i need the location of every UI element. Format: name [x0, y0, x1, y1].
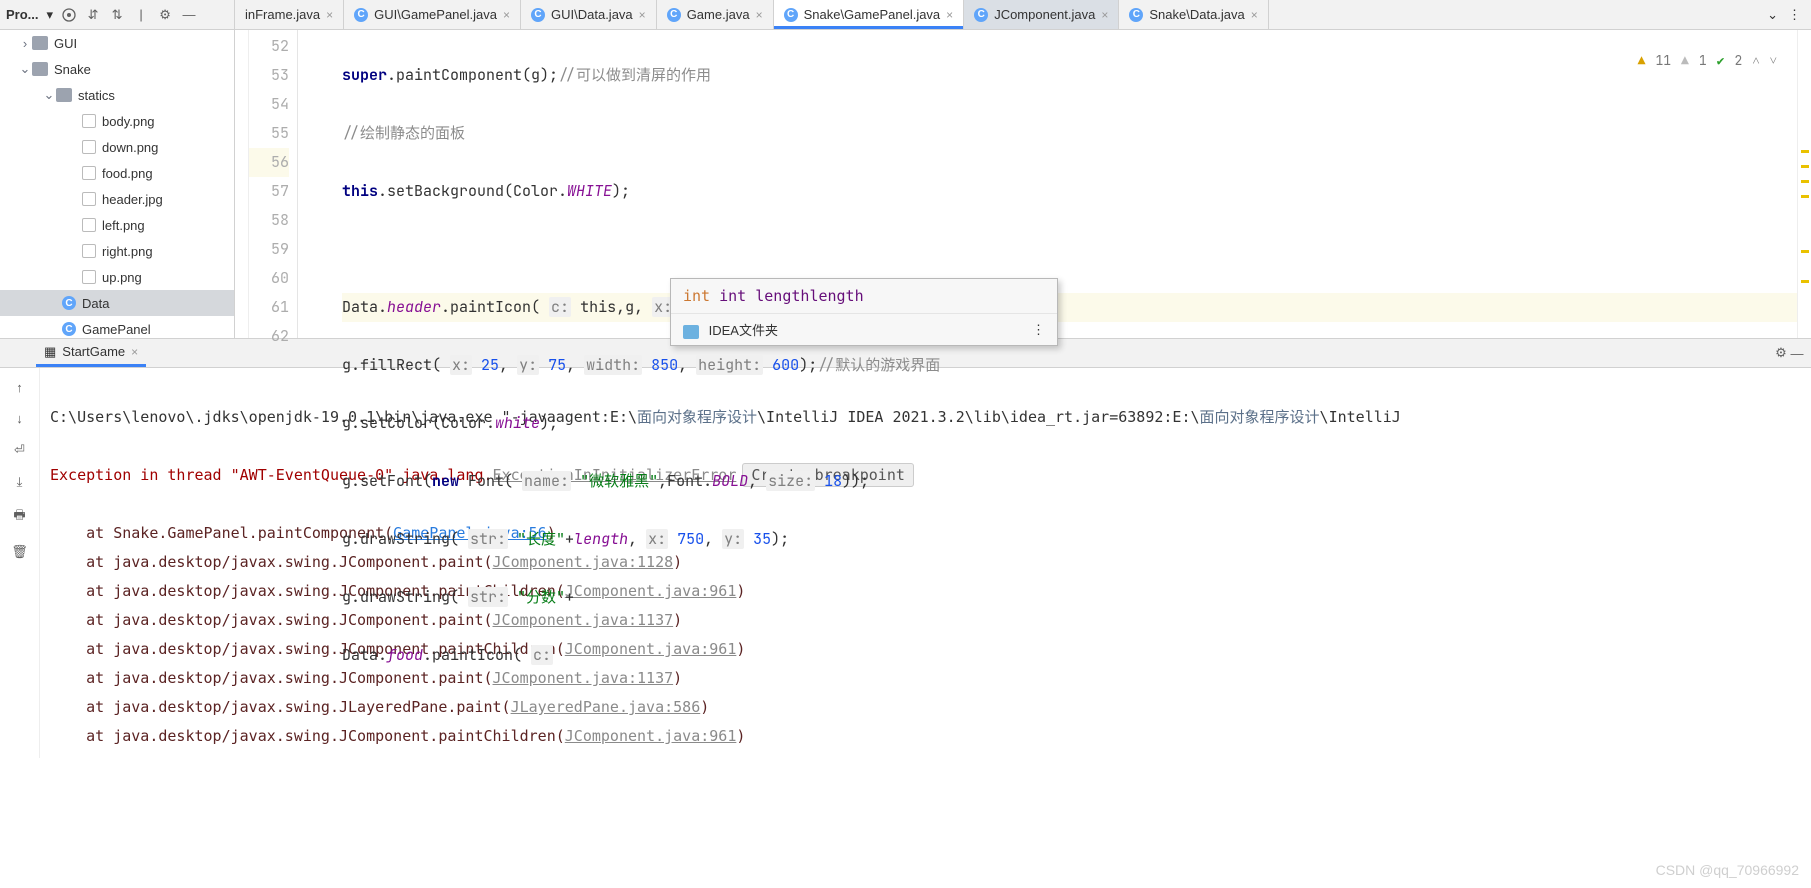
class-icon: C	[1129, 8, 1143, 22]
chevron-down-icon[interactable]: ⌄	[1767, 7, 1778, 23]
close-icon[interactable]: ×	[756, 8, 763, 22]
image-file-icon	[82, 270, 96, 284]
tree-folder-snake[interactable]: ⌄Snake	[0, 56, 234, 82]
run-side-toolbar: ↑ ↓ ⏎ ⤓ 🖶 🗑	[0, 368, 40, 758]
target-icon[interactable]	[61, 7, 77, 23]
project-label[interactable]: Pro...	[6, 7, 39, 22]
tab-jcomponent[interactable]: CJComponent.java×	[964, 0, 1119, 29]
close-icon[interactable]: ×	[1101, 8, 1108, 22]
tree-file[interactable]: right.png	[0, 238, 234, 264]
quick-doc-popup[interactable]: int int lengthlength IDEA文件夹 ⋮	[670, 278, 1058, 346]
left-gutter	[235, 30, 249, 338]
print-icon[interactable]: 🖶	[13, 506, 25, 528]
tab-game[interactable]: CGame.java×	[657, 0, 774, 29]
weak-warning-icon: ▲	[1681, 46, 1689, 75]
inspection-lens[interactable]: ▲11 ▲1 ✔2 ˄ ˅	[1638, 46, 1777, 75]
folder-icon	[32, 62, 48, 76]
divider-icon: |	[133, 7, 149, 23]
tab-inframe[interactable]: inFrame.java×	[235, 0, 344, 29]
run-config-icon: ▦	[44, 344, 56, 360]
class-icon: C	[62, 322, 76, 336]
chevron-down-icon[interactable]: ⌄	[18, 61, 32, 77]
close-icon[interactable]: ×	[1251, 8, 1258, 22]
tree-class-data[interactable]: CData	[0, 290, 234, 316]
clear-icon[interactable]: 🗑	[11, 544, 28, 560]
more-icon[interactable]: ⋮	[1788, 7, 1801, 23]
folder-icon	[56, 88, 72, 102]
tree-folder-gui[interactable]: ›GUI	[0, 30, 234, 56]
stop-icon[interactable]: ↓	[16, 411, 23, 426]
rerun-icon[interactable]: ↑	[16, 380, 23, 395]
tab-gui-gamepanel[interactable]: CGUI\GamePanel.java×	[344, 0, 521, 29]
tree-file[interactable]: header.jpg	[0, 186, 234, 212]
close-icon[interactable]: ×	[326, 8, 333, 22]
close-icon[interactable]: ×	[131, 345, 138, 359]
class-icon: C	[974, 8, 988, 22]
image-file-icon	[82, 244, 96, 258]
tab-gui-data[interactable]: CGUI\Data.java×	[521, 0, 657, 29]
image-file-icon	[82, 140, 96, 154]
scroll-to-end-icon[interactable]: ⤓	[17, 474, 23, 490]
warning-icon: ▲	[1638, 46, 1646, 75]
soft-wrap-icon[interactable]: ⏎	[14, 442, 25, 458]
dropdown-icon[interactable]: ▾	[47, 7, 54, 23]
class-icon: C	[531, 8, 545, 22]
image-file-icon	[82, 166, 96, 180]
project-tree[interactable]: ›GUI ⌄Snake ⌄statics body.png down.png f…	[0, 30, 235, 338]
tree-file[interactable]: left.png	[0, 212, 234, 238]
close-icon[interactable]: ×	[946, 8, 953, 22]
more-icon[interactable]: ⋮	[1032, 322, 1045, 338]
tree-folder-statics[interactable]: ⌄statics	[0, 82, 234, 108]
folder-icon	[32, 36, 48, 50]
image-file-icon	[82, 192, 96, 206]
chevron-down-icon[interactable]: ⌄	[42, 87, 56, 103]
class-icon: C	[784, 8, 798, 22]
project-header: Pro... ▾ ⇵ ⇅ | ⚙ —	[0, 0, 235, 29]
tree-file[interactable]: body.png	[0, 108, 234, 134]
close-icon[interactable]: ×	[639, 8, 646, 22]
chevron-up-icon[interactable]: ˄	[1752, 46, 1759, 75]
check-icon: ✔	[1717, 46, 1725, 75]
line-numbers: 52535455 56575859606162	[249, 30, 297, 338]
popup-location: IDEA文件夹	[683, 320, 778, 339]
class-icon: C	[667, 8, 681, 22]
close-icon[interactable]: ×	[503, 8, 510, 22]
chevron-right-icon[interactable]: ›	[18, 36, 32, 51]
tab-snake-data[interactable]: CSnake\Data.java×	[1119, 0, 1268, 29]
chevron-down-icon[interactable]: ˅	[1770, 46, 1777, 75]
class-icon: C	[62, 296, 76, 310]
tree-class-gamepanel[interactable]: CGamePanel	[0, 316, 234, 338]
tree-file[interactable]: food.png	[0, 160, 234, 186]
run-tab-startgame[interactable]: ▦ StartGame ×	[36, 340, 146, 367]
tab-snake-gamepanel[interactable]: CSnake\GamePanel.java×	[774, 0, 965, 29]
image-file-icon	[82, 218, 96, 232]
tree-file[interactable]: down.png	[0, 134, 234, 160]
tab-overflow: ⌄ ⋮	[1757, 0, 1811, 29]
tree-file[interactable]: up.png	[0, 264, 234, 290]
expand-all-icon[interactable]: ⇵	[85, 7, 101, 23]
top-bar: Pro... ▾ ⇵ ⇅ | ⚙ — inFrame.java× CGUI\Ga…	[0, 0, 1811, 30]
editor-tabs: inFrame.java× CGUI\GamePanel.java× CGUI\…	[235, 0, 1757, 29]
image-file-icon	[82, 114, 96, 128]
class-icon: C	[354, 8, 368, 22]
gear-icon[interactable]: ⚙	[157, 7, 173, 23]
collapse-all-icon[interactable]: ⇅	[109, 7, 125, 23]
popup-signature: int int lengthlength	[671, 279, 1057, 313]
right-gutter[interactable]	[1797, 30, 1811, 338]
watermark: CSDN @qq_70966992	[1656, 862, 1799, 878]
hide-icon[interactable]: —	[181, 7, 197, 23]
